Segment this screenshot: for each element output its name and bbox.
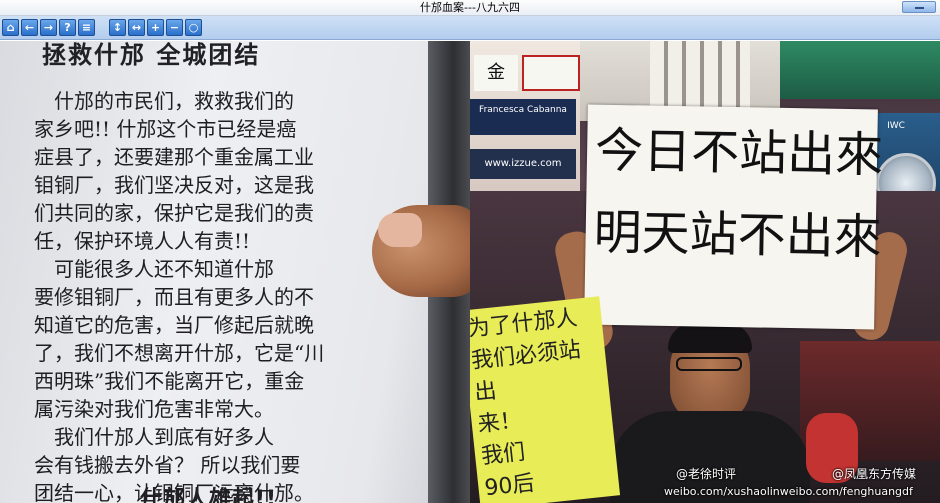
placard-line-1: 今日不站出來: [594, 122, 884, 184]
leaflet-footer: 什邡人雄起!!: [140, 487, 278, 503]
weibo-watermark-2: @凤凰东方传媒: [832, 467, 917, 481]
glasses-icon: [676, 357, 742, 371]
page-icon[interactable]: ≡: [78, 19, 95, 36]
back-arrow-icon[interactable]: ←: [21, 19, 38, 36]
weibo-watermark-url: weibo.com/xushaolinweibo.com/fenghuangdf: [664, 485, 913, 498]
shop-sign-izzue: www.izzue.com: [470, 149, 576, 179]
leaflet-photo: 拯救什邡 全城团结 什邡的市民们，救救我们的 家乡吧!! 什邡这个市已经是癌 症…: [0, 41, 470, 503]
protest-placard: 今日不站出來 明天站不出來: [584, 104, 884, 330]
help-icon[interactable]: ?: [59, 19, 76, 36]
placard-line-2: 明天站不出來: [593, 204, 883, 266]
protester-hair: [668, 323, 752, 353]
minimize-button[interactable]: [902, 1, 936, 13]
zoom-out-icon[interactable]: −: [166, 19, 183, 36]
thumbnail: [378, 213, 422, 247]
forward-arrow-icon[interactable]: →: [40, 19, 57, 36]
fit-width-icon[interactable]: ↔: [128, 19, 145, 36]
image-viewer[interactable]: 拯救什邡 全城团结 什邡的市民们，救救我们的 家乡吧!! 什邡这个市已经是癌 症…: [0, 41, 940, 503]
yellow-sign: 为了什邡人 我们必须站出 来！ 我们 90后: [470, 296, 621, 503]
leaflet-body: 什邡的市民们，救救我们的 家乡吧!! 什邡这个市已经是癌 症县了，还要建那个重金…: [34, 89, 325, 503]
shop-sign-red: [522, 55, 580, 91]
green-billboard: [780, 41, 940, 99]
fit-height-icon[interactable]: ↕: [109, 19, 126, 36]
shop-sign-blue: Francesca Cabanna: [470, 99, 576, 135]
leaflet-title: 拯救什邡 全城团结: [42, 41, 261, 69]
viewer-toolbar: ⌂ ← → ? ≡ ↕ ↔ + − ○: [0, 16, 940, 40]
zoom-in-icon[interactable]: +: [147, 19, 164, 36]
zoom-fit-icon[interactable]: ○: [185, 19, 202, 36]
home-icon[interactable]: ⌂: [2, 19, 19, 36]
yellow-sign-text: 为了什邡人 我们必须站出 来！ 我们 90后: [470, 305, 583, 502]
window-titlebar: 什邡血案---八九六四: [0, 0, 940, 16]
protest-photo: 金 Francesca Cabanna www.izzue.com IWC 今日…: [470, 41, 940, 503]
shop-sign-gold: 金: [474, 55, 518, 91]
window-title: 什邡血案---八九六四: [420, 1, 520, 14]
weibo-watermark-1: @老徐时评: [676, 467, 737, 481]
